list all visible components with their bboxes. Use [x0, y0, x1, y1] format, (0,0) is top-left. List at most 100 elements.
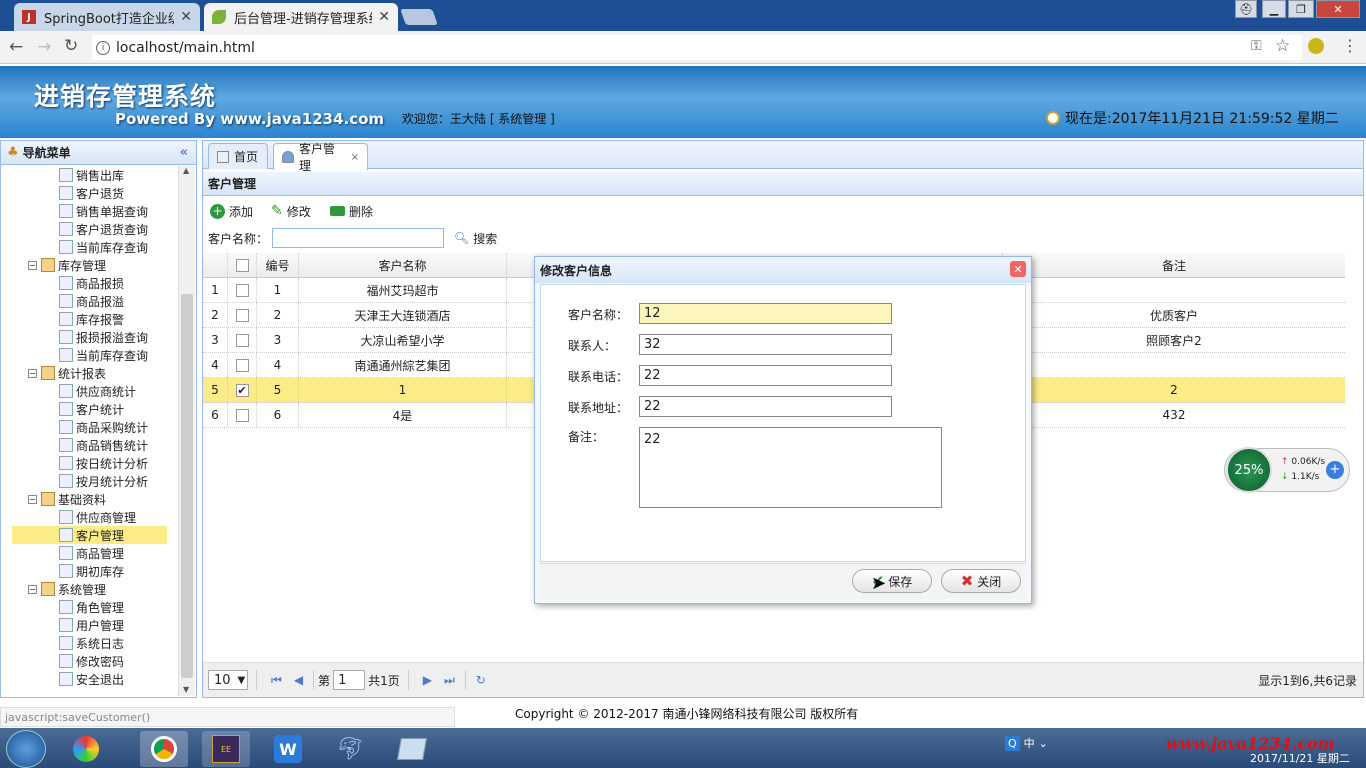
row-checkbox[interactable]: ✔: [235, 383, 249, 397]
close-tab-icon[interactable]: ×: [351, 152, 359, 163]
last-page-icon[interactable]: ⏭: [444, 673, 455, 688]
sidebar-item-25[interactable]: 用户管理: [12, 616, 167, 634]
taskbar-dolphin-icon[interactable]: 🐬︎: [326, 731, 374, 767]
col-header-remark[interactable]: 备注: [1003, 253, 1345, 277]
close-tab-icon[interactable]: ✕: [180, 9, 192, 25]
reload-icon[interactable]: ↻: [64, 36, 78, 56]
dialog-close-icon[interactable]: ✕: [1010, 261, 1026, 277]
sidebar-item-6[interactable]: 商品报损: [12, 274, 167, 292]
taskbar-colorful-app-icon[interactable]: [62, 731, 110, 767]
select-all-checkbox[interactable]: [235, 258, 249, 272]
menu-dots-icon[interactable]: ⋮: [1342, 36, 1358, 55]
maximize-button[interactable]: ❐: [1288, 0, 1314, 18]
delete-button[interactable]: 删除: [330, 201, 373, 221]
tray-options-icon[interactable]: ⌄: [1039, 737, 1048, 750]
extension-icon[interactable]: [1308, 38, 1324, 54]
sidebar-item-16[interactable]: 按日统计分析: [12, 454, 167, 472]
contact-field[interactable]: 32: [639, 334, 892, 355]
sidebar-item-0[interactable]: 销售出库: [12, 166, 167, 184]
refresh-icon[interactable]: ↻: [476, 673, 486, 687]
taskbar-chrome-icon[interactable]: [140, 731, 188, 767]
sidebar-item-21[interactable]: 商品管理: [12, 544, 167, 562]
remark-textarea[interactable]: 22: [639, 427, 942, 508]
back-arrow-icon[interactable]: ←: [9, 37, 23, 57]
star-icon[interactable]: ☆: [1275, 36, 1290, 56]
sidebar-item-26[interactable]: 系统日志: [12, 634, 167, 652]
save-button[interactable]: ✔ 保存: [852, 569, 932, 593]
row-checkbox[interactable]: [235, 358, 249, 372]
url-text[interactable]: localhost/main.html: [116, 40, 255, 56]
key-icon[interactable]: ⚿: [1251, 38, 1262, 54]
page-size-select[interactable]: 10 ▼: [208, 670, 248, 690]
sidebar-item-18[interactable]: − 基础资料: [28, 490, 178, 508]
sidebar-item-8[interactable]: 库存报警: [12, 310, 167, 328]
close-button[interactable]: ✖ 关闭: [941, 569, 1021, 593]
select-all-checkbox-cell[interactable]: [228, 253, 257, 277]
tree-toggle-icon[interactable]: −: [28, 584, 37, 594]
page-number-input[interactable]: 1: [333, 670, 366, 690]
sidebar-item-19[interactable]: 供应商管理: [12, 508, 167, 526]
sidebar-item-9[interactable]: 报损报溢查询: [12, 328, 167, 346]
sidebar-item-12[interactable]: 供应商统计: [12, 382, 167, 400]
edit-button[interactable]: ✎ 修改: [271, 201, 311, 221]
info-icon[interactable]: i: [96, 40, 110, 55]
row-checkbox[interactable]: [235, 308, 249, 322]
row-checkbox[interactable]: [235, 333, 249, 347]
sidebar-item-13[interactable]: 客户统计: [12, 400, 167, 418]
ime-mode-icon[interactable]: 中: [1024, 735, 1035, 751]
taskbar-wps-icon[interactable]: W: [264, 731, 312, 767]
close-tab-icon[interactable]: ✕: [378, 9, 390, 25]
window-close-button[interactable]: ✕: [1316, 0, 1360, 18]
nav-scroll-thumb[interactable]: [181, 294, 193, 678]
sidebar-item-1[interactable]: 客户退货: [12, 184, 167, 202]
customer-name-search-input[interactable]: [272, 228, 445, 248]
sidebar-item-10[interactable]: 当前库存查询: [12, 346, 167, 364]
address-bar[interactable]: i localhost/main.html: [92, 35, 1302, 60]
tab-home[interactable]: 首页: [208, 143, 268, 169]
sidebar-item-3[interactable]: 客户退货查询: [12, 220, 167, 238]
tree-toggle-icon[interactable]: −: [28, 368, 37, 378]
row-checkbox[interactable]: [235, 283, 249, 297]
sidebar-item-24[interactable]: 角色管理: [12, 598, 167, 616]
user-icon[interactable]: ⛑: [1235, 0, 1257, 18]
sidebar-item-2[interactable]: 销售单据查询: [12, 202, 167, 220]
tree-toggle-icon[interactable]: −: [28, 260, 37, 270]
address-field[interactable]: 22: [639, 396, 892, 417]
nav-scrollbar[interactable]: ▲ ▼: [178, 166, 195, 696]
customer-name-field[interactable]: 12: [639, 303, 892, 324]
row-checkbox[interactable]: [235, 408, 249, 422]
next-page-icon[interactable]: ▶: [423, 673, 432, 687]
sidebar-item-11[interactable]: − 统计报表: [28, 364, 178, 382]
forward-arrow-icon[interactable]: →: [37, 37, 51, 57]
sidebar-item-14[interactable]: 商品采购统计: [12, 418, 167, 436]
ime-q-icon[interactable]: Q: [1005, 735, 1020, 751]
phone-field[interactable]: 22: [639, 365, 892, 386]
sidebar-item-4[interactable]: 当前库存查询: [12, 238, 167, 256]
sidebar-item-7[interactable]: 商品报溢: [12, 292, 167, 310]
browser-tab-admin[interactable]: 后台管理-进销存管理系统 ✕: [204, 3, 398, 31]
search-button[interactable]: 🔍︎ 搜索: [454, 230, 497, 247]
minimize-button[interactable]: ▁: [1262, 0, 1286, 18]
sidebar-item-22[interactable]: 期初库存: [12, 562, 167, 580]
prev-page-icon[interactable]: ◀: [294, 673, 303, 687]
plus-icon[interactable]: +: [1326, 461, 1344, 479]
taskbar-notepad-icon[interactable]: [388, 731, 436, 767]
new-tab-button[interactable]: [400, 9, 438, 25]
add-button[interactable]: + 添加: [210, 201, 253, 221]
sidebar-item-15[interactable]: 商品销售统计: [12, 436, 167, 454]
browser-tab-springboot[interactable]: J SpringBoot打造企业级进 ✕: [14, 3, 200, 31]
col-header-id[interactable]: 编号: [257, 253, 299, 277]
col-header-name[interactable]: 客户名称: [299, 253, 507, 277]
tab-customer[interactable]: 客户管理 ×: [273, 142, 368, 173]
sidebar-item-20[interactable]: 客户管理: [12, 526, 167, 544]
sidebar-item-5[interactable]: − 库存管理: [28, 256, 178, 274]
start-button[interactable]: [6, 730, 46, 768]
collapse-icon[interactable]: «: [180, 145, 188, 160]
tree-toggle-icon[interactable]: −: [28, 494, 37, 504]
sidebar-item-23[interactable]: − 系统管理: [28, 580, 178, 598]
sidebar-item-27[interactable]: 修改密码: [12, 652, 167, 670]
sidebar-item-28[interactable]: 安全退出: [12, 670, 167, 688]
sidebar-item-17[interactable]: 按月统计分析: [12, 472, 167, 490]
taskbar-eclipse-icon[interactable]: EE: [202, 731, 250, 767]
first-page-icon[interactable]: ⏮: [271, 673, 282, 688]
